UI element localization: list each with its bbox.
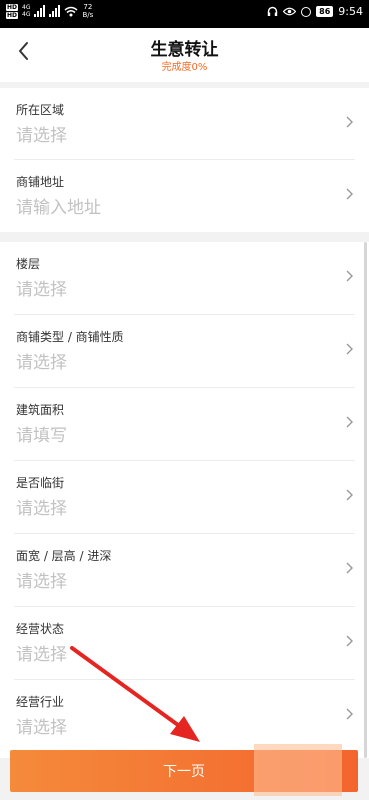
location-section: 所在区域 请选择 商铺地址 请输入地址 — [0, 88, 369, 232]
signal-icon-2 — [49, 5, 61, 17]
chevron-right-icon — [346, 343, 353, 355]
form-row-operating-status[interactable]: 经营状态 请选择 — [14, 607, 355, 680]
row-label: 建筑面积 — [16, 403, 65, 417]
row-label: 商铺地址 — [16, 175, 65, 189]
network-type-2: 4G — [22, 11, 31, 18]
details-section: 楼层 请选择 商铺类型 / 商铺性质 请选择 建筑面积 请填写 是否临街 请选择… — [0, 242, 369, 758]
completion-progress: 完成度0% — [161, 62, 208, 73]
row-label: 楼层 — [16, 257, 41, 271]
chevron-right-icon — [346, 489, 353, 501]
row-label: 是否临街 — [16, 476, 65, 490]
form-row-shop-type[interactable]: 商铺类型 / 商铺性质 请选择 — [14, 315, 355, 388]
chevron-right-icon — [346, 116, 353, 128]
headphone-icon — [267, 6, 278, 16]
row-label: 所在区域 — [16, 103, 65, 117]
chevron-right-icon — [346, 270, 353, 282]
row-placeholder: 请选择 — [16, 126, 67, 146]
row-label: 商铺类型 / 商铺性质 — [16, 330, 124, 344]
row-label: 经营状态 — [16, 622, 65, 636]
chevron-right-icon — [346, 562, 353, 574]
speed-value: 72 — [83, 3, 93, 11]
chevron-right-icon — [346, 708, 353, 720]
row-placeholder: 请填写 — [16, 426, 67, 446]
row-placeholder: 请选择 — [16, 718, 67, 738]
status-right: 86 9:54 — [267, 5, 363, 18]
blur-overlay — [254, 744, 342, 796]
row-placeholder: 请选择 — [16, 499, 67, 519]
wifi-icon — [65, 6, 78, 16]
chevron-right-icon — [346, 188, 353, 200]
signal-icon — [34, 5, 46, 17]
status-bar: HD HD 4G 4G 72 B/s 86 9:54 — [0, 0, 369, 28]
chevron-right-icon — [346, 416, 353, 428]
eye-icon — [283, 7, 297, 16]
form-row-dimensions[interactable]: 面宽 / 层高 / 进深 请选择 — [14, 534, 355, 607]
row-label: 面宽 / 层高 / 进深 — [16, 549, 112, 563]
row-placeholder: 请选择 — [16, 645, 67, 665]
form-row-industry[interactable]: 经营行业 请选择 — [14, 680, 355, 753]
alarm-icon — [301, 6, 312, 17]
row-label: 经营行业 — [16, 695, 65, 709]
app-header: 生意转让 完成度0% — [0, 28, 369, 82]
hd-icon: HD HD — [6, 3, 19, 19]
page-title: 生意转让 — [150, 40, 219, 60]
row-placeholder: 请输入地址 — [16, 198, 101, 218]
form-row-address[interactable]: 商铺地址 请输入地址 — [14, 160, 355, 232]
row-placeholder: 请选择 — [16, 280, 67, 300]
network-speed: 72 B/s — [82, 3, 93, 19]
row-placeholder: 请选择 — [16, 572, 67, 592]
form-row-floor[interactable]: 楼层 请选择 — [14, 242, 355, 315]
status-left: HD HD 4G 4G 72 B/s — [6, 3, 93, 19]
network-type-1: 4G — [22, 4, 31, 11]
scrollbar[interactable] — [364, 242, 367, 758]
form-row-area[interactable]: 建筑面积 请填写 — [14, 388, 355, 461]
battery-level: 86 — [316, 6, 334, 17]
form-row-region[interactable]: 所在区域 请选择 — [14, 88, 355, 160]
row-placeholder: 请选择 — [16, 353, 67, 373]
form-row-street-facing[interactable]: 是否临街 请选择 — [14, 461, 355, 534]
chevron-right-icon — [346, 635, 353, 647]
speed-unit: B/s — [82, 11, 94, 19]
status-time: 9:54 — [338, 5, 363, 18]
